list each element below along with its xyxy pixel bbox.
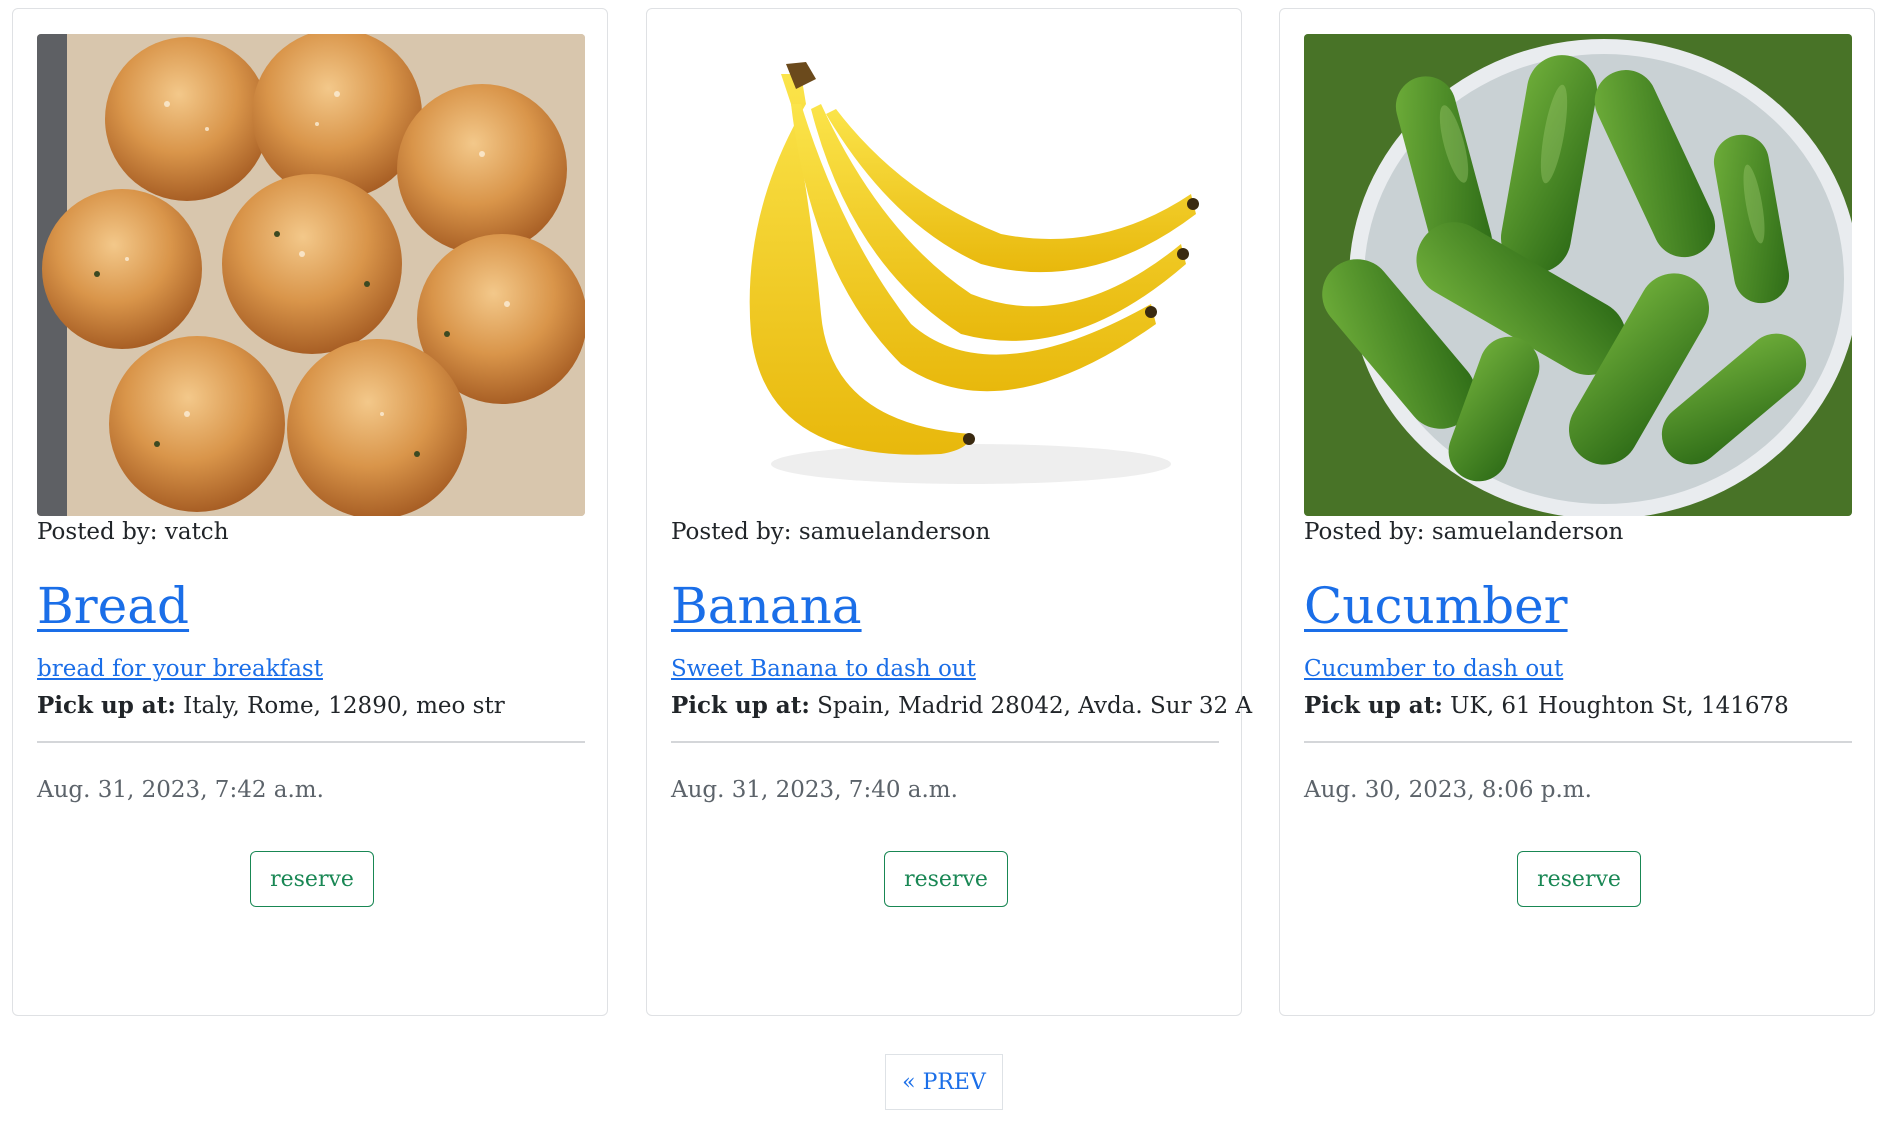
card-divider [671,741,1219,743]
listing-description-link[interactable]: Cucumber to dash out [1304,654,1563,684]
listing-title-link[interactable]: Banana [671,574,862,638]
pickup-label: Pick up at: [1304,692,1443,719]
posted-date: Aug. 31, 2023, 7:42 a.m. [37,777,324,803]
pickup-value: UK, 61 Houghton St, 141678 [1450,693,1789,719]
pickup-label: Pick up at: [671,692,810,719]
posted-by: Posted by: samuelanderson [671,519,991,545]
pickup-value: Italy, Rome, 12890, meo str [183,693,505,719]
pickup-address: Pick up at: UK, 61 Houghton St, 141678 [1304,691,1789,721]
listing-description-link[interactable]: Sweet Banana to dash out [671,654,976,684]
pickup-address: Pick up at: Italy, Rome, 12890, meo str [37,691,505,721]
listing-image-bread [37,34,585,516]
listing-description-link[interactable]: bread for your breakfast [37,654,323,684]
posted-by: Posted by: samuelanderson [1304,519,1624,545]
posted-date: Aug. 30, 2023, 8:06 p.m. [1304,777,1592,803]
reserve-button[interactable]: reserve [1517,851,1641,907]
listing-card-cucumber: Posted by: samuelanderson Cucumber Cucum… [1279,8,1875,1016]
reserve-button[interactable]: reserve [884,851,1008,907]
listing-card-bread: Posted by: vatch Bread bread for your br… [12,8,608,1016]
listing-card-banana: Posted by: samuelanderson Banana Sweet B… [646,8,1252,1016]
reserve-button[interactable]: reserve [250,851,374,907]
card-divider [37,741,585,743]
card-divider [1304,741,1852,743]
posted-by: Posted by: vatch [37,519,229,545]
listing-title-link[interactable]: Bread [37,574,189,638]
listing-grid: Posted by: vatch Bread bread for your br… [12,8,1877,1018]
listing-image-cucumber [1304,34,1852,516]
listing-title-link[interactable]: Cucumber [1304,574,1568,638]
pickup-label: Pick up at: [37,692,176,719]
posted-date: Aug. 31, 2023, 7:40 a.m. [671,777,958,803]
pagination-prev-button[interactable]: « PREV [885,1054,1003,1110]
listing-image-banana [671,34,1219,516]
pickup-address: Pick up at: Spain, Madrid 28042, Avda. S… [671,691,1252,721]
pickup-value: Spain, Madrid 28042, Avda. Sur 32 A [817,693,1253,719]
